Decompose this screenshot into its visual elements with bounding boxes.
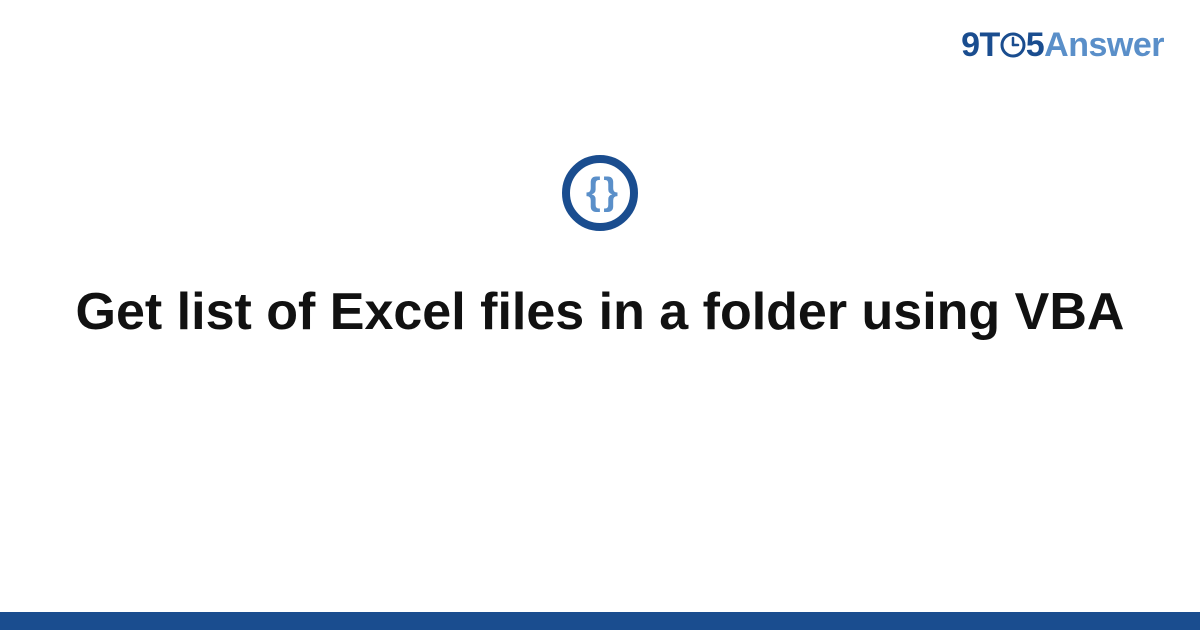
logo-text-answer: Answer <box>1044 26 1164 64</box>
braces-glyph: { } <box>586 173 614 211</box>
logo-text-5: 5 <box>1026 26 1044 64</box>
icon-ring: { } <box>562 155 638 231</box>
clock-icon <box>1000 32 1026 58</box>
logo-text-9t: 9T <box>961 26 1000 64</box>
site-logo: 9T 5Answer <box>961 26 1164 65</box>
footer-bar <box>0 612 1200 630</box>
code-braces-icon: { } <box>562 155 638 231</box>
page-title: Get list of Excel files in a folder usin… <box>0 280 1200 345</box>
